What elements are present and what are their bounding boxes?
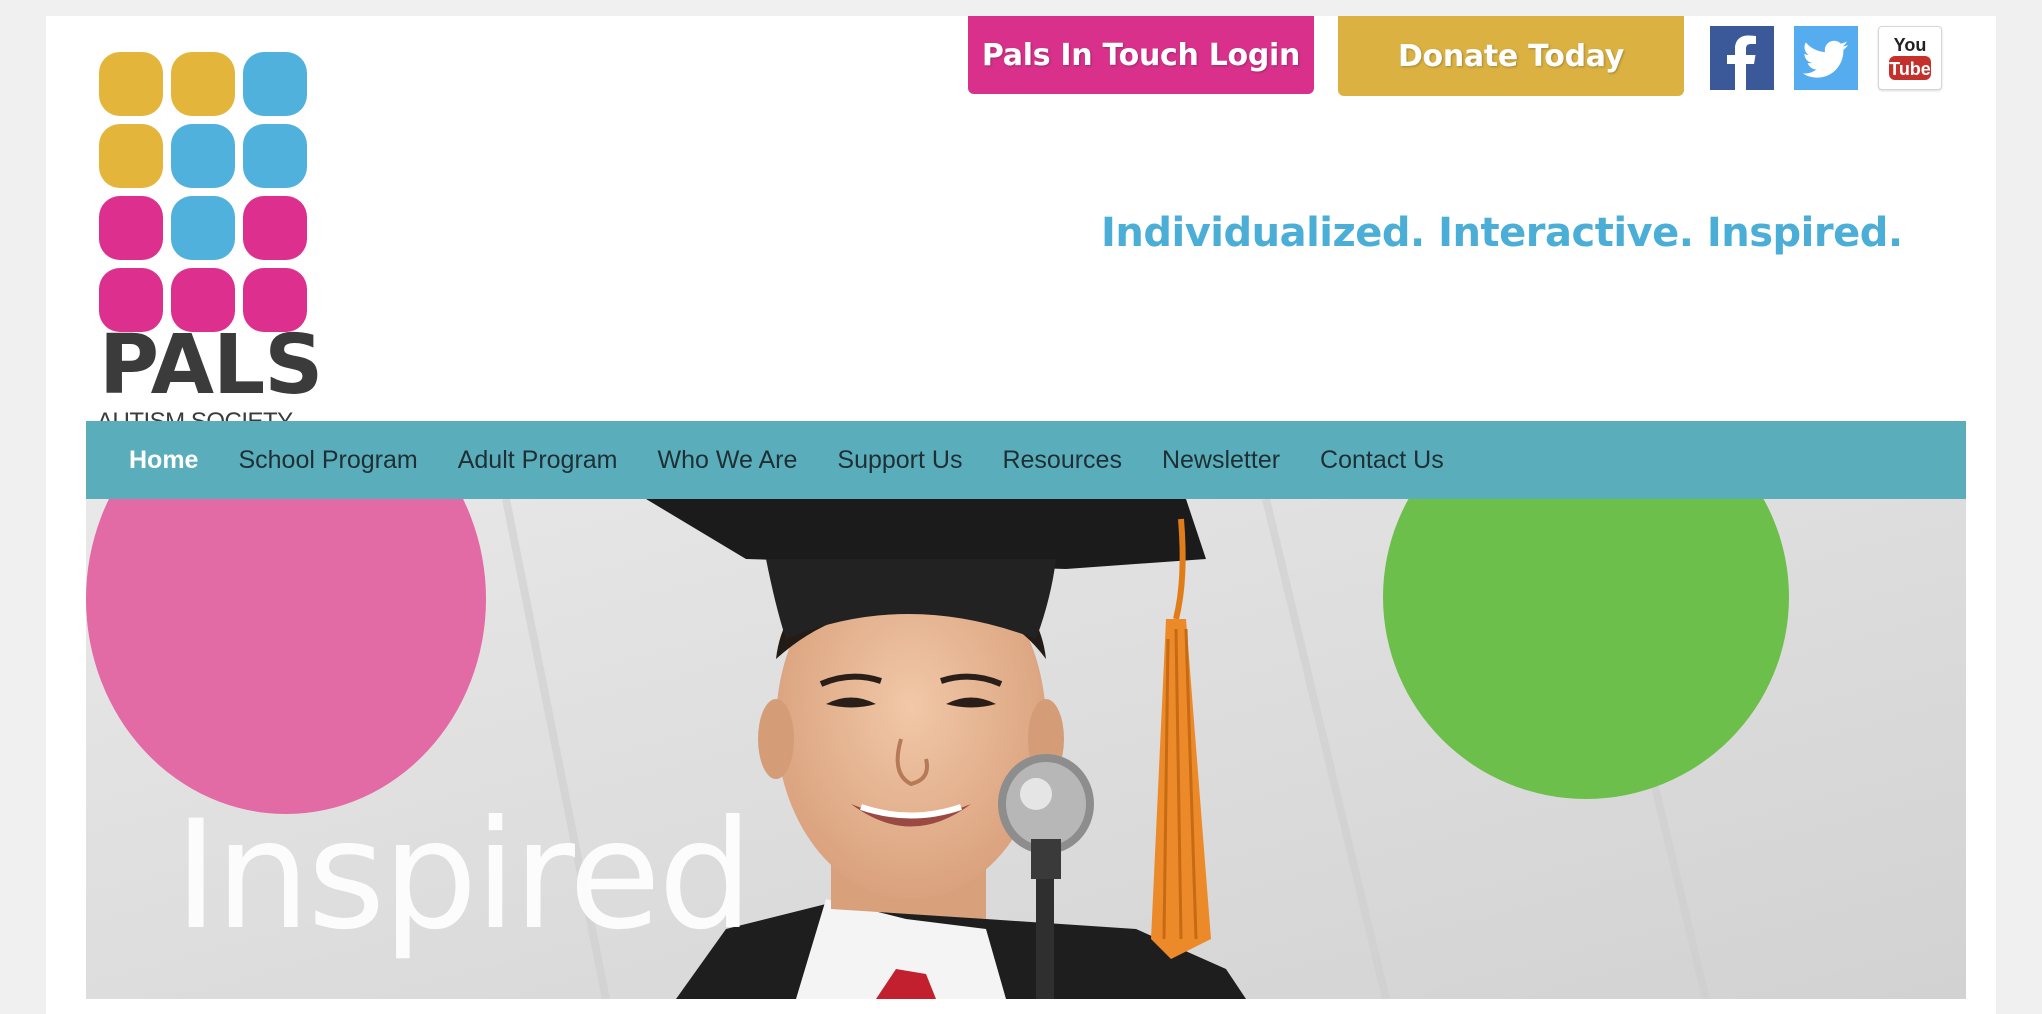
logo-dot bbox=[243, 124, 307, 188]
logo-wordmark: PALS bbox=[99, 318, 323, 413]
nav-item-support-us[interactable]: Support Us bbox=[837, 446, 962, 475]
nav-item-resources[interactable]: Resources bbox=[1002, 446, 1122, 475]
logo-dot bbox=[171, 196, 235, 260]
twitter-icon[interactable] bbox=[1794, 26, 1858, 90]
facebook-icon[interactable] bbox=[1710, 26, 1774, 90]
logo-dot bbox=[99, 124, 163, 188]
logo-dots bbox=[99, 35, 309, 332]
nav-item-home[interactable]: Home bbox=[129, 446, 198, 475]
main-nav: Home School Program Adult Program Who We… bbox=[86, 421, 1966, 499]
pals-in-touch-login-button[interactable]: Pals In Touch Login bbox=[968, 16, 1314, 94]
youtube-tube-label: Tube bbox=[1889, 59, 1931, 79]
logo-dot bbox=[243, 196, 307, 260]
logo-dot bbox=[243, 52, 307, 116]
logo-dot bbox=[171, 52, 235, 116]
youtube-you-label: You bbox=[1894, 35, 1927, 55]
youtube-icon[interactable]: You Tube bbox=[1878, 26, 1942, 90]
nav-item-contact-us[interactable]: Contact Us bbox=[1320, 446, 1444, 475]
tagline: Individualized. Interactive. Inspired. bbox=[1101, 210, 1903, 256]
hero-caption: Inspired bbox=[174, 789, 753, 963]
nav-item-adult-program[interactable]: Adult Program bbox=[458, 446, 618, 475]
donate-today-button[interactable]: Donate Today bbox=[1338, 16, 1684, 96]
nav-item-who-we-are[interactable]: Who We Are bbox=[658, 446, 798, 475]
hero-banner[interactable]: Inspired bbox=[86, 499, 1966, 999]
page: PALS AUTISM SOCIETY Pals In Touch Login … bbox=[46, 16, 1996, 1014]
nav-item-newsletter[interactable]: Newsletter bbox=[1162, 446, 1280, 475]
nav-item-school-program[interactable]: School Program bbox=[238, 446, 417, 475]
pals-logo[interactable]: PALS AUTISM SOCIETY bbox=[97, 35, 323, 437]
logo-dot bbox=[99, 196, 163, 260]
logo-dot bbox=[99, 52, 163, 116]
logo-dot bbox=[171, 124, 235, 188]
